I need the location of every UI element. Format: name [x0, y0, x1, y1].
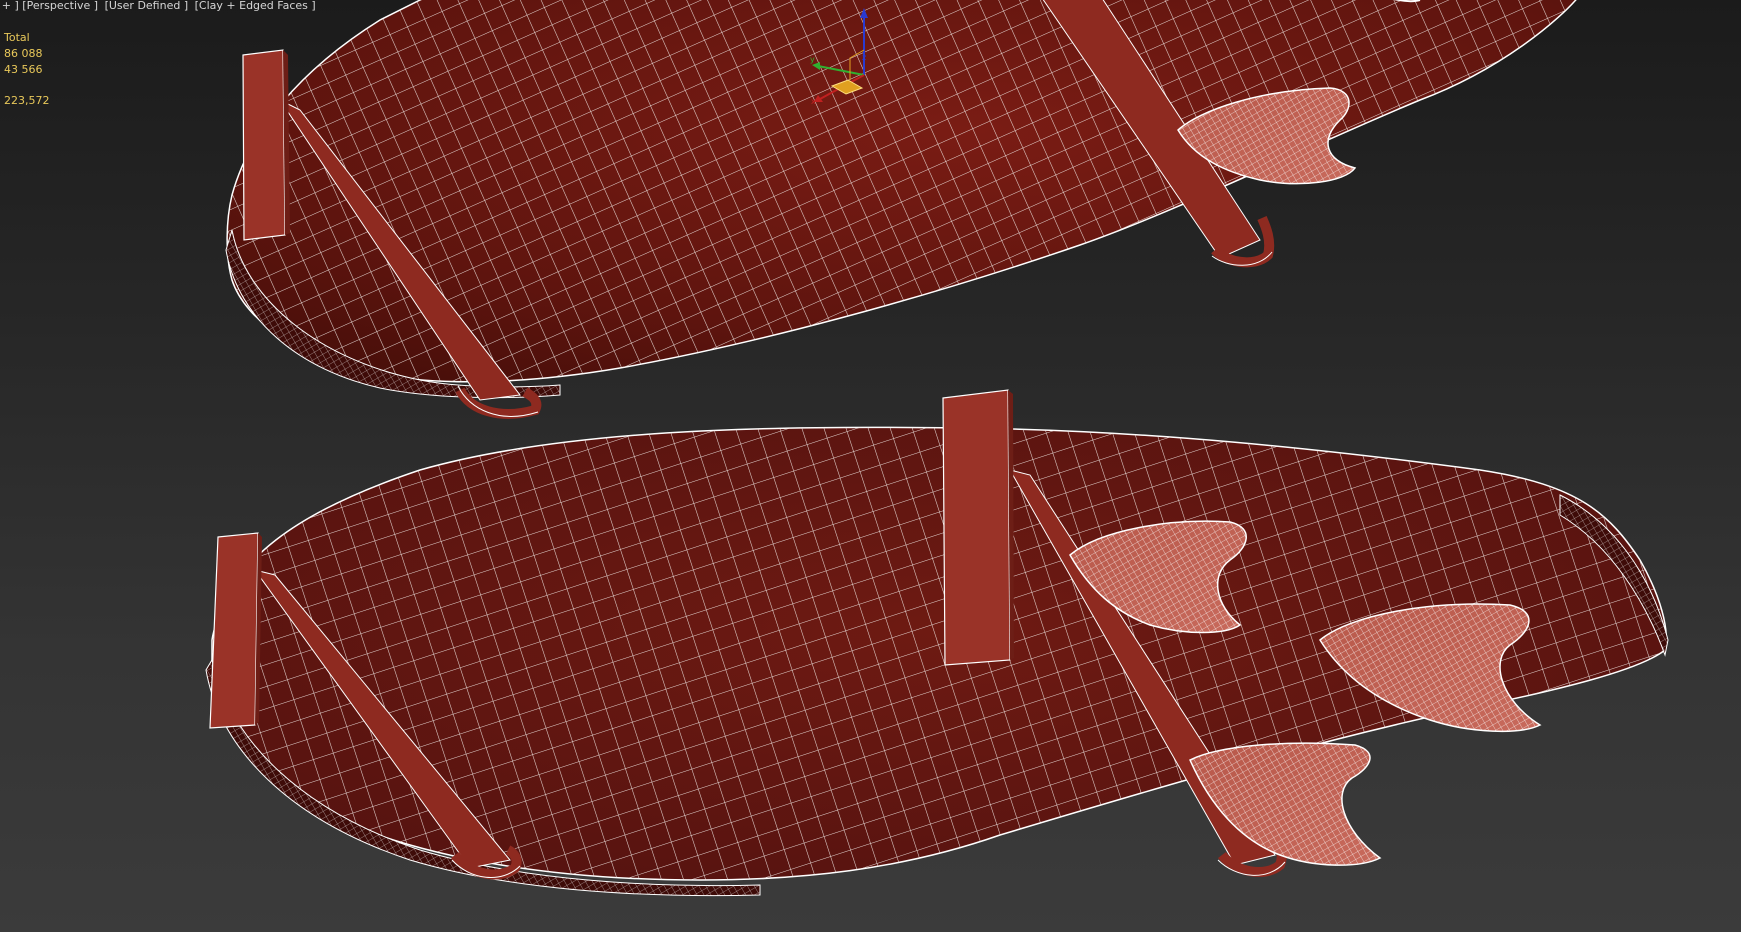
surfboard-bottom[interactable]: [205, 389, 1669, 897]
surfboard-top[interactable]: [225, 0, 1580, 419]
statistics-overlay: Total 86 088 43 566 223,572: [4, 30, 50, 109]
perspective-viewport[interactable]: z y x [ + ] [Perspective ] [User Defined…: [0, 0, 1741, 932]
svg-text:y: y: [810, 55, 815, 64]
viewport-label-pov[interactable]: [User Defined ]: [105, 0, 189, 12]
svg-text:z: z: [862, 53, 866, 62]
scene-canvas[interactable]: z y x: [0, 0, 1741, 932]
svg-text:x: x: [811, 97, 816, 106]
viewport-label-view[interactable]: [ + ] [Perspective ]: [0, 0, 98, 12]
stats-fps: 223,572: [4, 94, 50, 107]
viewport-label[interactable]: [ + ] [Perspective ] [User Defined ] [Cl…: [0, 0, 319, 12]
fin-bottom-3: [1189, 742, 1382, 866]
stats-header: Total: [4, 31, 30, 44]
viewport-label-shading[interactable]: [Clay + Edged Faces ]: [195, 0, 316, 12]
stats-polys: 86 088: [4, 47, 43, 60]
stats-verts: 43 566: [4, 63, 43, 76]
